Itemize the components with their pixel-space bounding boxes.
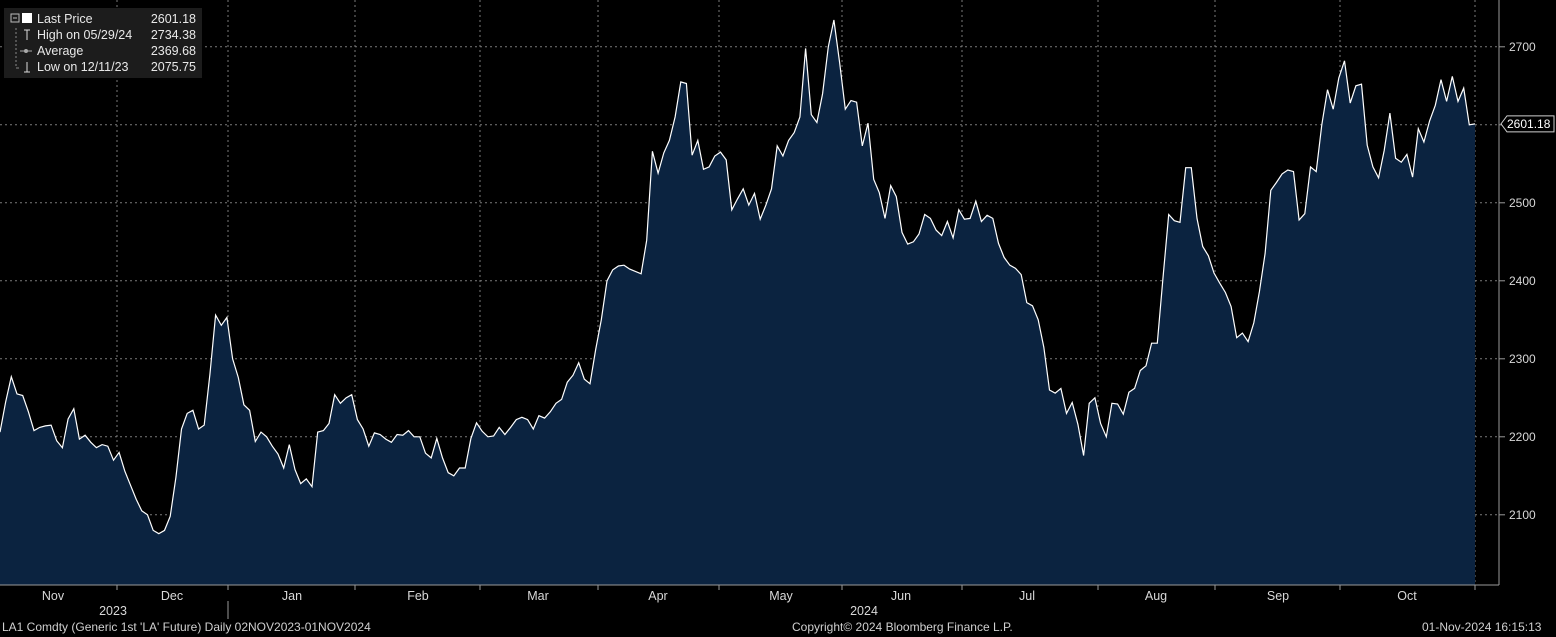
legend-row-average: Average 2369.68 (4, 43, 202, 59)
high-marker-icon (15, 28, 30, 42)
y-axis-ticks: 2100220023002400250026002700 (1499, 40, 1536, 522)
legend-label: Last Price (37, 12, 93, 26)
x-month-label: May (769, 589, 793, 603)
x-month-label: Mar (527, 589, 549, 603)
x-month-label: Aug (1145, 589, 1167, 603)
y-tick-label: 2500 (1509, 196, 1536, 210)
y-tick-label: 2200 (1509, 430, 1536, 444)
y-tick-label: 2700 (1509, 40, 1536, 54)
legend-value: 2601.18 (150, 12, 196, 26)
legend-value: 2075.75 (150, 60, 196, 74)
x-axis-month-labels: Nov Dec Jan Feb Mar Apr May Jun Jul Aug Sep Oct (42, 589, 1417, 603)
legend-row-last-price: Last Price 2601.18 (4, 11, 202, 27)
x-year-label: 2024 (850, 604, 878, 618)
legend-label: High on 05/29/24 (37, 28, 133, 42)
legend-value: 2369.68 (150, 44, 196, 58)
x-month-label: Nov (42, 589, 65, 603)
last-price-marker: 2601.18 (1500, 115, 1555, 133)
y-tick-label: 2300 (1509, 352, 1536, 366)
last-price-label: 2601.18 (1507, 117, 1551, 131)
x-month-label: Jun (891, 589, 911, 603)
legend-label: Average (37, 44, 84, 58)
x-month-label: Jan (282, 589, 302, 603)
legend-row-low: Low on 12/11/23 2075.75 (4, 59, 202, 75)
y-tick-label: 2100 (1509, 508, 1536, 522)
price-chart: 2100220023002400250026002700 NovDecJanFe… (0, 0, 1555, 619)
footer-security-description: LA1 Comdty (Generic 1st 'LA' Future) Dai… (2, 620, 371, 634)
average-marker-icon (15, 44, 32, 58)
legend-label: Low on 12/11/23 (37, 60, 129, 74)
footer-copyright: Copyright© 2024 Bloomberg Finance L.P. (792, 620, 1013, 634)
price-area (0, 20, 1475, 585)
x-month-label: Sep (1267, 589, 1289, 603)
legend-value: 2734.38 (150, 28, 196, 42)
x-month-label: Dec (161, 589, 183, 603)
x-month-label: Feb (407, 589, 429, 603)
legend-collapse-square-icon[interactable] (10, 11, 32, 27)
x-month-label: Jul (1019, 589, 1035, 603)
x-month-label: Oct (1397, 589, 1417, 603)
footer-timestamp: 01-Nov-2024 16:15:13 (1422, 620, 1542, 634)
x-axis-year-labels: 2023 2024 (99, 604, 878, 618)
y-tick-label: 2400 (1509, 274, 1536, 288)
x-year-label: 2023 (99, 604, 127, 618)
legend-row-high: High on 05/29/24 2734.38 (4, 27, 202, 43)
chart-legend: Last Price 2601.18 High on 05/29/24 2734… (4, 8, 202, 78)
low-marker-icon (15, 60, 30, 73)
x-month-label: Apr (648, 589, 667, 603)
